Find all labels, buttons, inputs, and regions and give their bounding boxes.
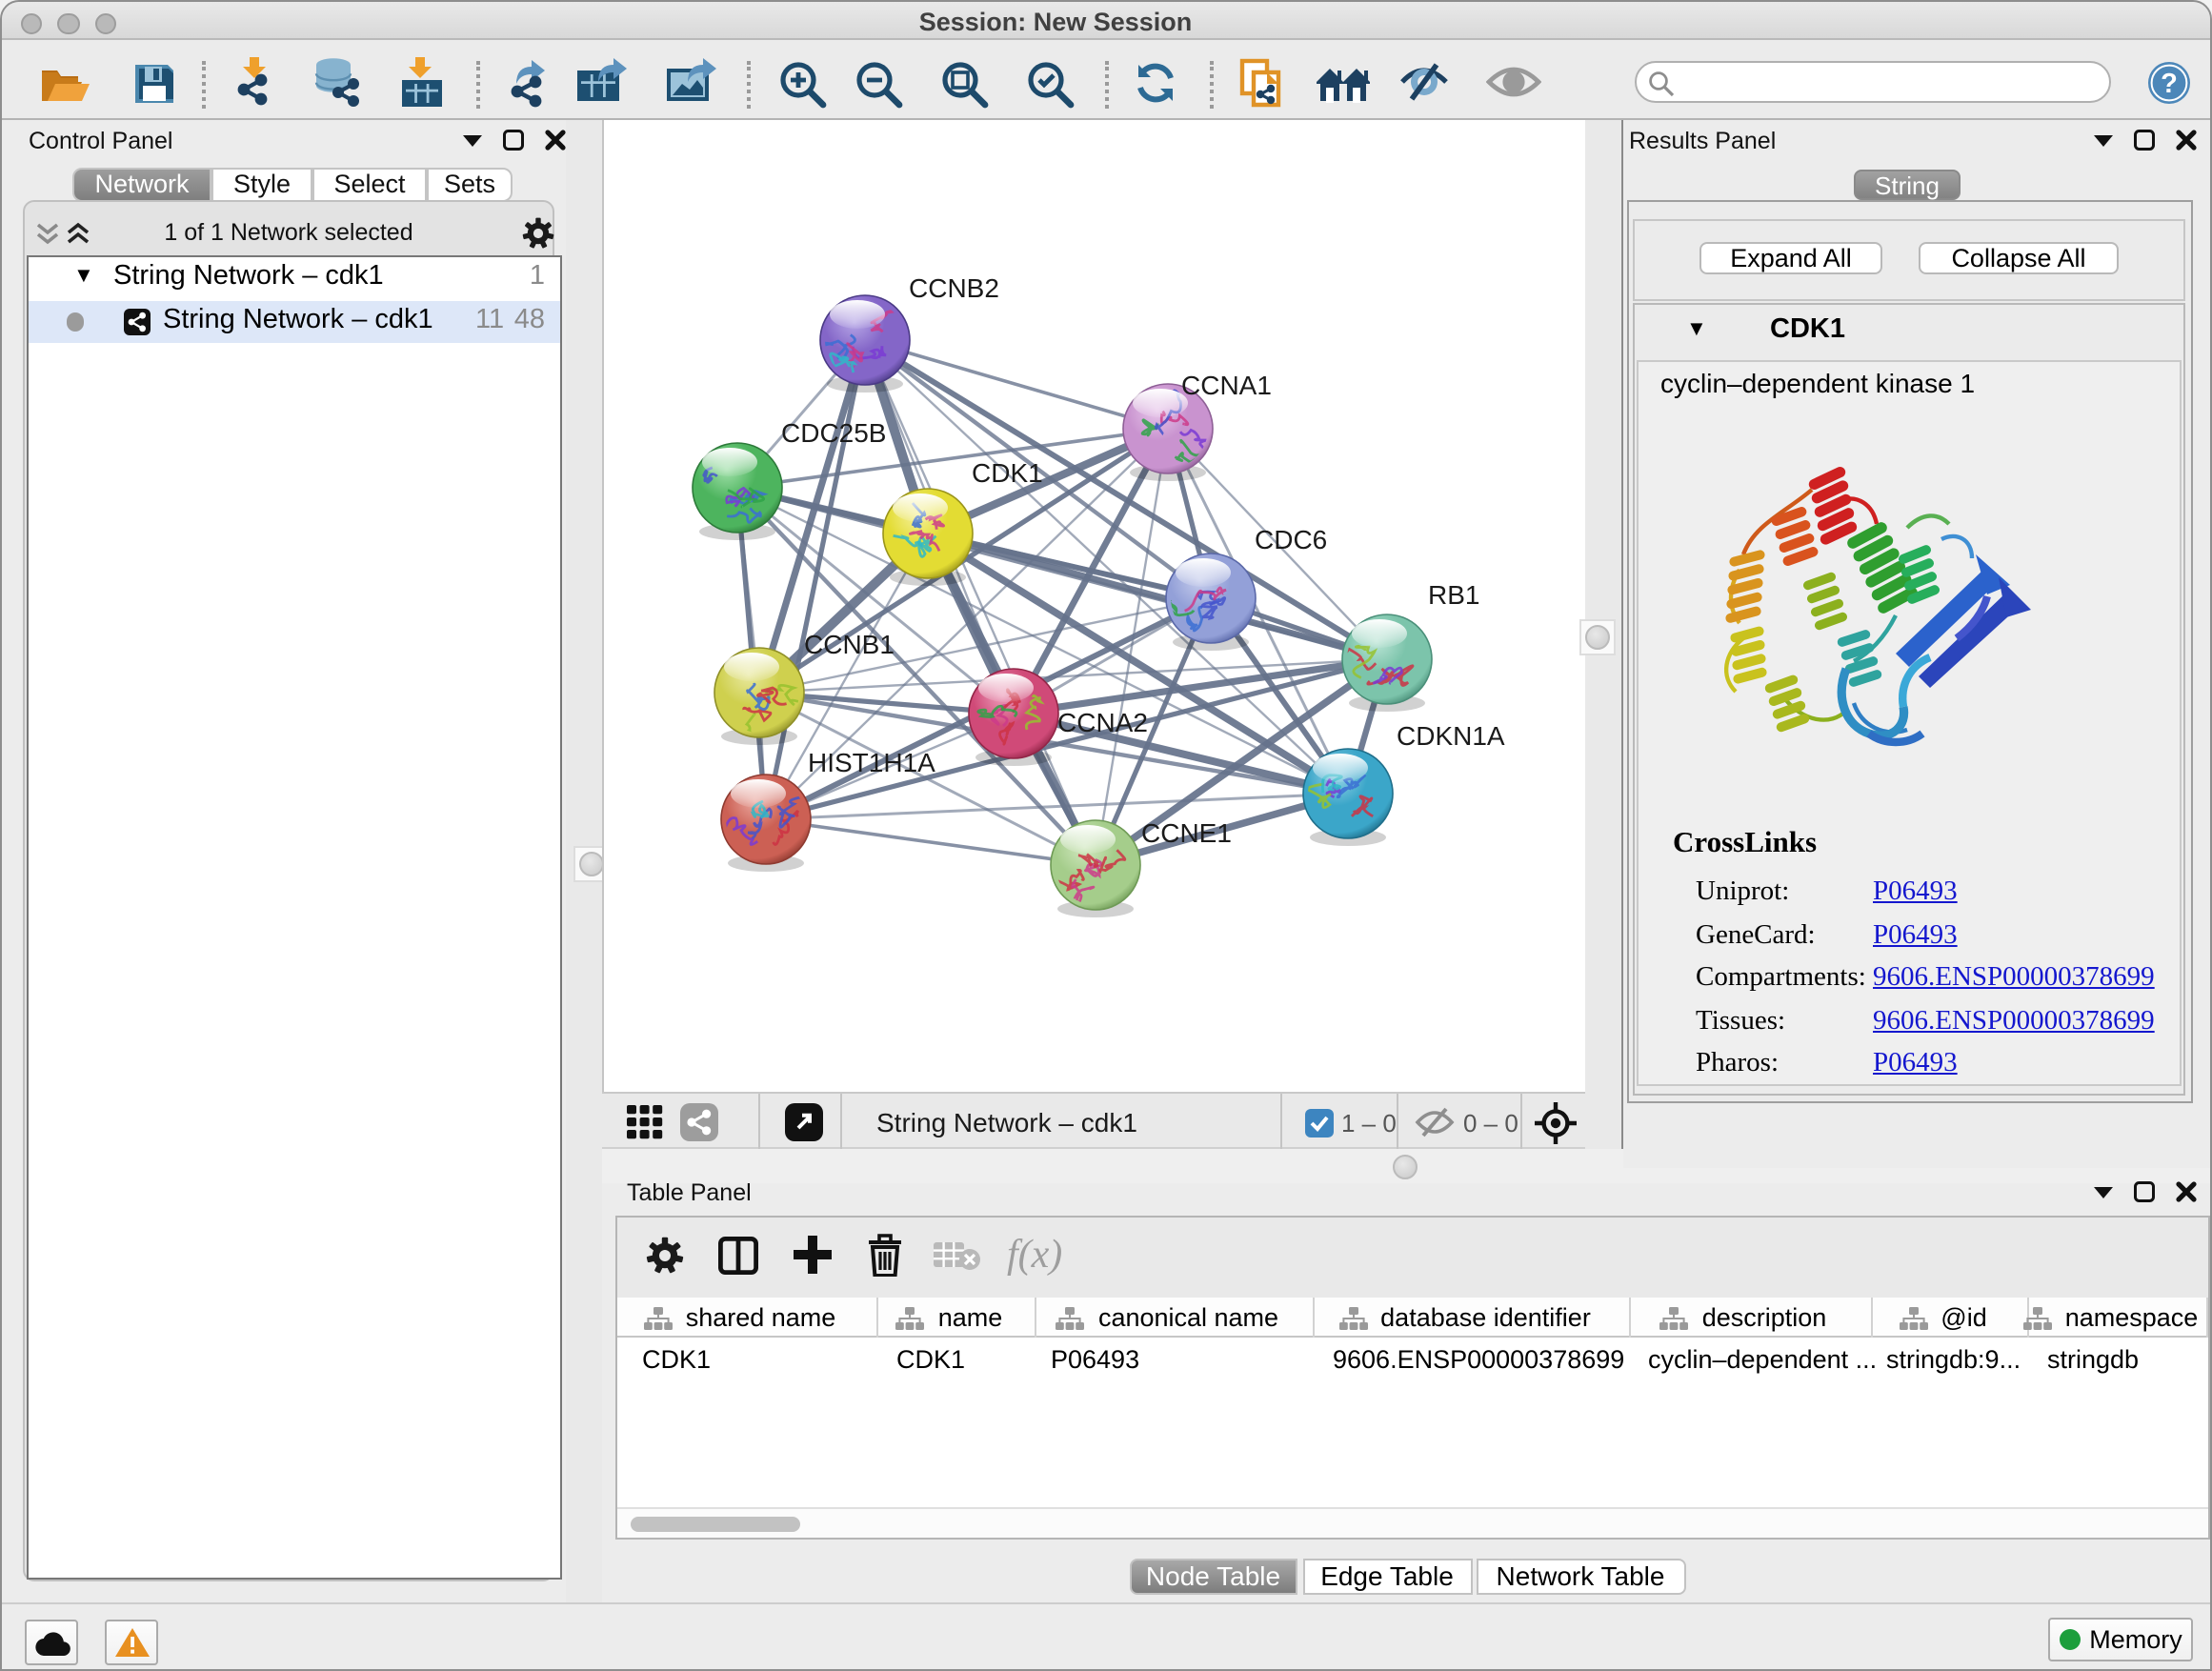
svg-text:CCNA2: CCNA2 bbox=[1057, 708, 1148, 737]
svg-text:CDKN1A: CDKN1A bbox=[1397, 721, 1505, 751]
svg-text:RB1: RB1 bbox=[1428, 580, 1479, 610]
svg-text:CCNE1: CCNE1 bbox=[1141, 818, 1232, 848]
svg-text:CCNB2: CCNB2 bbox=[909, 273, 999, 303]
svg-text:?: ? bbox=[2161, 69, 2178, 99]
svg-text:HIST1H1A: HIST1H1A bbox=[808, 748, 935, 777]
svg-text:CDC6: CDC6 bbox=[1255, 525, 1327, 554]
svg-text:CCNB1: CCNB1 bbox=[804, 630, 895, 659]
svg-text:CDK1: CDK1 bbox=[972, 458, 1043, 488]
svg-text:CCNA1: CCNA1 bbox=[1181, 371, 1272, 400]
svg-text:CDC25B: CDC25B bbox=[781, 418, 886, 448]
